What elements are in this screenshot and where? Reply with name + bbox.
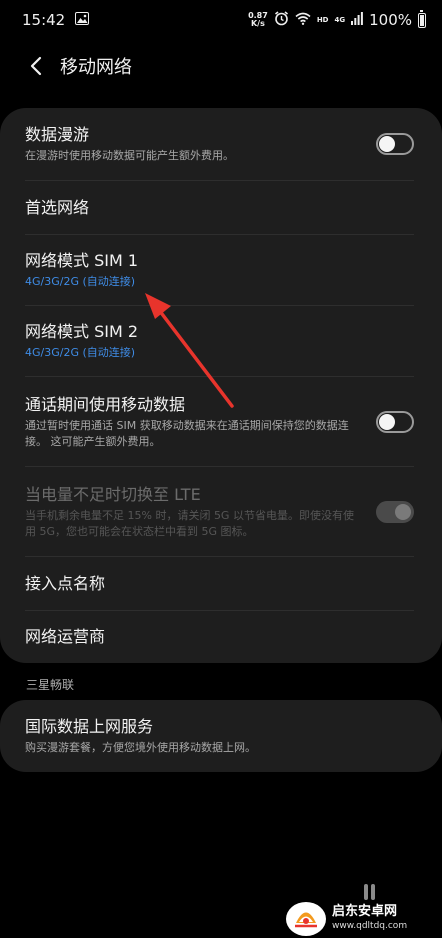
signal-icon: [351, 11, 364, 29]
network-mode-sim1-title: 网络模式 SIM 1: [25, 251, 139, 270]
watermark-url: www.qdltdq.com: [332, 921, 408, 931]
switch-to-lte-toggle: [376, 500, 414, 523]
data-roaming-toggle[interactable]: [376, 133, 414, 155]
hd-indicator: HD: [316, 16, 329, 24]
network-operators-row[interactable]: 网络运营商: [25, 611, 414, 663]
status-time: 15:42: [22, 11, 66, 29]
network-mode-sim2-row[interactable]: 网络模式 SIM 2 4G/3G/2G (自动连接): [25, 306, 414, 377]
watermark-name: 启东安卓网: [332, 904, 398, 919]
page-title: 移动网络: [60, 57, 132, 78]
battery-percent: 100%: [369, 11, 412, 29]
watermark-logo-icon: [286, 902, 326, 936]
network-mode-sim2-title: 网络模式 SIM 2: [25, 322, 139, 341]
access-point-names-row[interactable]: 接入点名称: [25, 557, 414, 611]
mobile-data-during-calls-toggle[interactable]: [376, 410, 414, 433]
net-speed-indicator: 0.87 K/s: [248, 12, 268, 28]
mobile-network-settings-card: 数据漫游 在漫游时使用移动数据可能产生额外费用。 首选网络 网络模式 SIM 1…: [0, 108, 442, 663]
switch-to-lte-subtitle: 当手机剩余电量不足 15% 时，请关闭 5G 以节省电量。即使没有使用 5G，您…: [25, 508, 354, 538]
data-roaming-title: 数据漫游: [25, 125, 90, 144]
switch-to-lte-title: 当电量不足时切换至 LTE: [25, 484, 201, 504]
toggle-knob: [379, 136, 395, 152]
section-header-samsung-connect: 三星畅联: [26, 678, 75, 692]
network-mode-sim2-value: 4G/3G/2G (自动连接): [25, 346, 136, 359]
mobile-data-during-calls-subtitle: 通过暂时使用通话 SIM 获取移动数据来在通话期间保持您的数据连接。 这可能产生…: [25, 418, 349, 448]
title-bar: 移动网络: [0, 44, 442, 88]
alarm-icon: [274, 10, 289, 30]
net-speed-unit: K/s: [250, 19, 265, 28]
status-bar: 15:42 0.87 K/s HD 4G 100%: [0, 0, 442, 40]
network-operators-title: 网络运营商: [25, 627, 106, 646]
international-data-service-subtitle: 购买漫游套餐，方便您境外使用移动数据上网。: [25, 741, 256, 754]
gallery-icon: [75, 11, 90, 29]
wifi-icon: [295, 11, 311, 29]
data-roaming-row[interactable]: 数据漫游 在漫游时使用移动数据可能产生额外费用。: [25, 108, 414, 181]
battery-icon: [418, 9, 426, 28]
international-data-card: 国际数据上网服务 购买漫游套餐，方便您境外使用移动数据上网。: [0, 700, 442, 772]
preferred-network-row[interactable]: 首选网络: [25, 181, 414, 235]
switch-to-lte-row: 当电量不足时切换至 LTE 当手机剩余电量不足 15% 时，请关闭 5G 以节省…: [25, 467, 414, 557]
watermark: 启东安卓网 www.qdltdq.com: [286, 902, 407, 936]
network-mode-sim1-value: 4G/3G/2G (自动连接): [25, 275, 136, 288]
toggle-knob: [379, 413, 395, 430]
preferred-network-title: 首选网络: [25, 197, 90, 217]
network-type-indicator: 4G: [334, 16, 346, 24]
data-roaming-subtitle: 在漫游时使用移动数据可能产生额外费用。: [25, 149, 234, 162]
toggle-knob: [395, 503, 411, 520]
mobile-data-during-calls-title: 通话期间使用移动数据: [25, 394, 186, 414]
international-data-service-title: 国际数据上网服务: [25, 717, 154, 736]
access-point-names-title: 接入点名称: [25, 573, 106, 593]
back-arrow-icon[interactable]: [24, 54, 48, 78]
mobile-data-during-calls-row[interactable]: 通话期间使用移动数据 通过暂时使用通话 SIM 获取移动数据来在通话期间保持您的…: [25, 377, 414, 467]
international-data-service-row[interactable]: 国际数据上网服务 购买漫游套餐，方便您境外使用移动数据上网。: [25, 700, 414, 772]
network-mode-sim1-row[interactable]: 网络模式 SIM 1 4G/3G/2G (自动连接): [25, 235, 414, 306]
